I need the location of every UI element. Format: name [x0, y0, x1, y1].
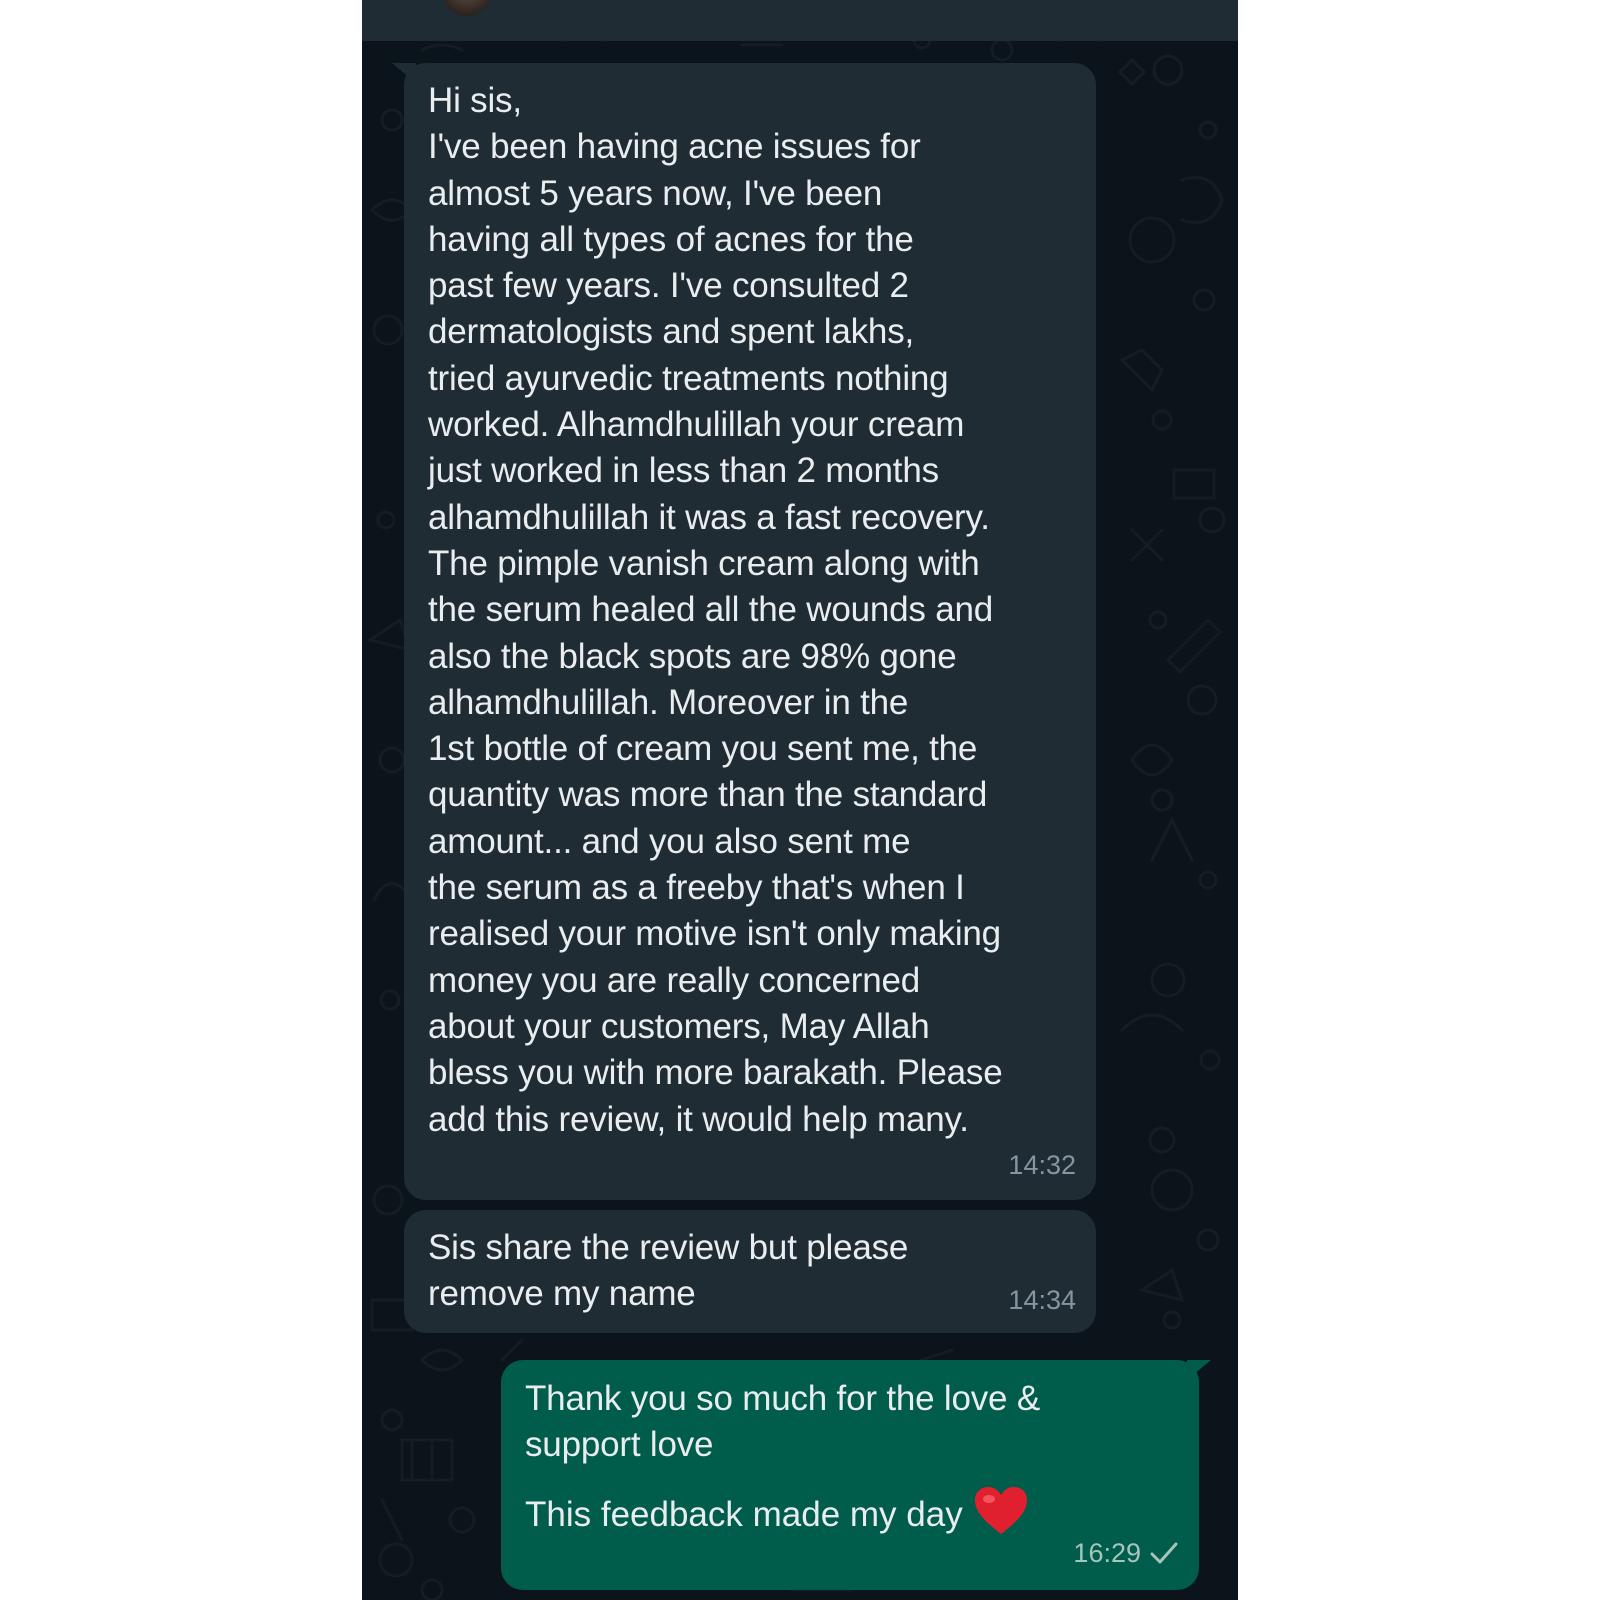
message-text: Hi sis, I've been having acne issues for…: [428, 81, 1003, 1139]
message-text: Sis share the review but please remove m…: [428, 1228, 909, 1314]
chat-screen: Hi sis, I've been having acne issues for…: [362, 0, 1238, 1600]
message-meta: 16:29: [1073, 1530, 1179, 1580]
chat-header[interactable]: [362, 0, 1238, 41]
message-timestamp: 14:32: [1008, 1149, 1076, 1180]
contact-avatar[interactable]: [442, 0, 492, 16]
message-text: Thank you so much for the love & support…: [525, 1379, 1040, 1465]
single-check-icon: [1149, 1534, 1179, 1580]
red-heart-emoji-icon: [973, 1486, 1029, 1548]
incoming-message-bubble[interactable]: Sis share the review but please remove m…: [404, 1210, 1096, 1333]
message-text: This feedback made my day: [525, 1495, 963, 1534]
bubble-tail: [1187, 1360, 1211, 1380]
message-text-line: This feedback made my day: [525, 1486, 1029, 1548]
message-timestamp: 16:29: [1073, 1537, 1141, 1568]
incoming-message-bubble[interactable]: Hi sis, I've been having acne issues for…: [392, 63, 1096, 1200]
bubble-tail: [392, 63, 416, 83]
outgoing-message-bubble[interactable]: Thank you so much for the love & support…: [501, 1360, 1211, 1590]
message-timestamp: 14:34: [1008, 1284, 1076, 1315]
